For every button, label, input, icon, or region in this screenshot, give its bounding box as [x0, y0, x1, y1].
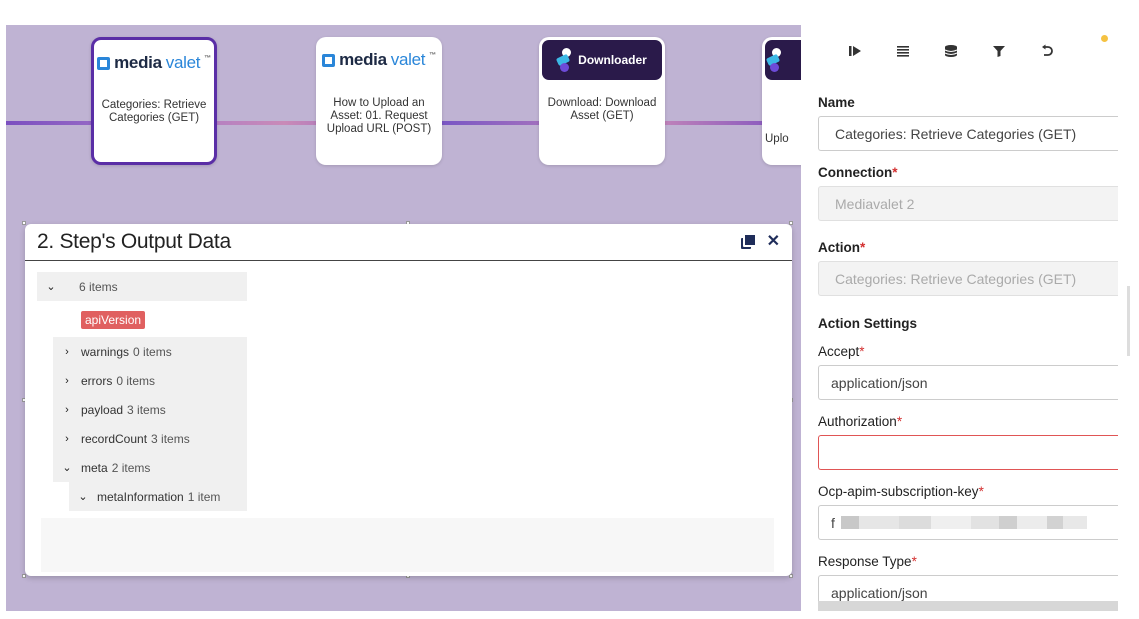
node-label: Uplo: [765, 133, 789, 145]
resize-handle[interactable]: [22, 574, 26, 578]
api-version-tag[interactable]: apiVersion: [81, 311, 146, 329]
accept-label: Accept*: [818, 344, 865, 359]
name-label: Name: [818, 95, 855, 110]
properties-form: Name Categories: Retrieve Categories (GE…: [818, 95, 1118, 610]
step-properties-panel: Name Categories: Retrieve Categories (GE…: [801, 25, 1139, 619]
node-label: How to Upload an Asset: 01. Request Uplo…: [326, 97, 432, 135]
workflow-node-download-asset[interactable]: Downloader Download: Download Asset (GET…: [539, 37, 665, 165]
mediavalet-logo: media valet ™: [316, 37, 442, 83]
mediavalet-logo-icon: [97, 56, 111, 70]
panel-footer-bar: [818, 601, 1118, 611]
output-panel-header: 2. Step's Output Data ✕: [25, 224, 792, 261]
response-type-label: Response Type*: [818, 554, 917, 569]
masked-secret: f: [831, 515, 1087, 531]
chevron-down-icon[interactable]: ⌄: [69, 490, 97, 503]
downloader-logo-icon: [765, 48, 781, 72]
list-icon[interactable]: [879, 39, 927, 63]
status-dot: [1101, 35, 1108, 42]
tree-row-payload[interactable]: › payload 3 items: [53, 395, 247, 424]
action-field: Categories: Retrieve Categories (GET): [818, 261, 1118, 296]
accept-field[interactable]: application/json: [818, 365, 1118, 400]
database-icon[interactable]: [927, 39, 975, 63]
output-data-panel: 2. Step's Output Data ✕ ⌄ 6 items apiVer…: [25, 224, 792, 576]
downloader-logo: Downloader: [542, 40, 662, 80]
step-forward-icon[interactable]: [831, 39, 879, 63]
downloader-logo-icon: [556, 48, 572, 72]
chevron-right-icon[interactable]: ›: [53, 346, 81, 358]
tree-row-errors[interactable]: › errors 0 items: [53, 366, 247, 395]
tree-content-area: [41, 518, 774, 572]
downloader-logo: [765, 40, 801, 80]
tree-row-recordcount[interactable]: › recordCount 3 items: [53, 424, 247, 453]
action-settings-heading: Action Settings: [818, 316, 918, 331]
chevron-right-icon[interactable]: ›: [53, 433, 81, 445]
chevron-right-icon[interactable]: ›: [53, 404, 81, 416]
close-icon[interactable]: ✕: [767, 234, 780, 250]
chevron-down-icon[interactable]: ⌄: [53, 461, 81, 474]
pin-window-icon[interactable]: [740, 233, 757, 249]
scrollbar[interactable]: [1127, 286, 1130, 356]
tree-row-warnings[interactable]: › warnings 0 items: [53, 337, 247, 366]
connection-label: Connection*: [818, 165, 898, 180]
action-label: Action*: [818, 240, 866, 255]
filter-icon[interactable]: [975, 39, 1023, 63]
tree-root-row[interactable]: ⌄ 6 items: [37, 272, 247, 301]
chevron-down-icon[interactable]: ⌄: [37, 280, 65, 293]
undo-icon[interactable]: [1023, 39, 1071, 63]
mediavalet-logo: media valet ™: [94, 40, 214, 86]
tree-row-metainformation[interactable]: ⌄ metaInformation 1 item: [69, 482, 247, 511]
node-label: Download: Download Asset (GET): [547, 97, 657, 122]
properties-toolbar: [831, 39, 1071, 63]
app-root: media valet ™ Categories: Retrieve Categor…: [0, 0, 1139, 619]
tree-row-meta[interactable]: ⌄ meta 2 items: [53, 453, 247, 482]
mediavalet-logo-icon: [322, 53, 336, 67]
ocp-subscription-key-field[interactable]: f: [818, 505, 1118, 540]
authorization-field[interactable]: [818, 435, 1118, 470]
name-field[interactable]: Categories: Retrieve Categories (GET): [818, 116, 1118, 151]
ocp-label: Ocp-apim-subscription-key*: [818, 484, 984, 499]
output-tree: ⌄ 6 items apiVersion › warnings 0 items …: [37, 272, 247, 511]
workflow-node-categories[interactable]: media valet ™ Categories: Retrieve Categor…: [91, 37, 217, 165]
connection-field: Mediavalet 2: [818, 186, 1118, 221]
workflow-node-upload[interactable]: Uplo: [762, 37, 801, 165]
chevron-right-icon[interactable]: ›: [53, 375, 81, 387]
authorization-label: Authorization*: [818, 414, 903, 429]
output-panel-title: 2. Step's Output Data: [37, 230, 231, 253]
node-label: Categories: Retrieve Categories (GET): [101, 99, 207, 124]
workflow-node-upload-url[interactable]: media valet ™ How to Upload an Asset: 01. …: [316, 37, 442, 165]
